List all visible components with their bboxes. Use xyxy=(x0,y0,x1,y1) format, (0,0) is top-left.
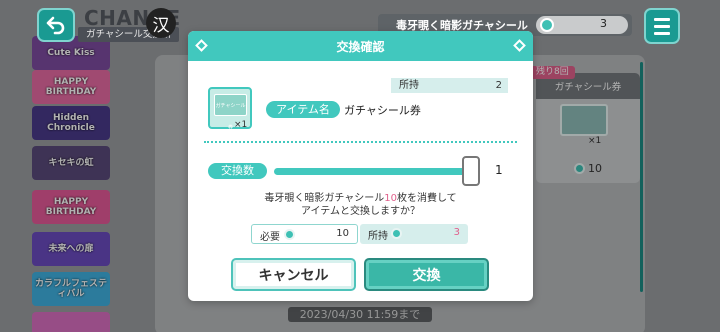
diamond-icon xyxy=(513,39,526,52)
message-part: 毒牙覗く暗影ガチャシール xyxy=(264,193,385,204)
owned-value: 2 xyxy=(495,80,502,91)
sticker-coin-icon xyxy=(284,229,295,240)
confirm-message-line1: 毒牙覗く暗影ガチャシール10枚を消費して xyxy=(188,192,533,205)
item-name: ガチャシール券 xyxy=(344,104,421,117)
menu-icon xyxy=(654,17,670,21)
qty-value: 1 xyxy=(495,163,503,177)
owned-sticker-box: 所持 3 xyxy=(360,224,468,244)
qty-label: 交換数 xyxy=(208,163,267,179)
menu-icon-line xyxy=(654,24,670,28)
owned-label: 所持 xyxy=(399,80,419,91)
exchange-button[interactable]: 交換 xyxy=(364,258,489,291)
message-number: 10 xyxy=(384,193,397,204)
qty-slider[interactable] xyxy=(274,168,474,175)
back-arrow-icon xyxy=(46,16,65,35)
owned-bar: 所持 2 xyxy=(391,78,508,93)
confirm-message: 毒牙覗く暗影ガチャシール10枚を消費して アイテムと交換しますか？ xyxy=(188,192,533,218)
exchange-confirm-dialog: 交換確認 所持 2 ガチャシール券 ×1 アイテム名 ガチャシール券 交換数 1… xyxy=(188,31,533,301)
currency-count: 3 xyxy=(600,17,607,30)
owned-sticker-value: 3 xyxy=(453,227,460,238)
cancel-button[interactable]: キャンセル xyxy=(231,258,356,291)
menu-button[interactable] xyxy=(644,8,680,44)
message-part: 枚を消費して xyxy=(396,193,457,204)
dialog-title: 交換確認 xyxy=(336,39,385,54)
qty-slider-handle[interactable] xyxy=(462,156,480,186)
menu-icon-line xyxy=(654,31,670,35)
confirm-message-line2: アイテムと交換しますか？ xyxy=(301,206,420,217)
owned-sticker-label: 所持 xyxy=(368,231,388,242)
required-label: 必要 xyxy=(260,232,280,243)
sticker-coin-icon xyxy=(540,18,554,32)
item-name-label: アイテム名 xyxy=(266,101,340,118)
divider xyxy=(204,141,517,143)
ticket-text: ガチャシール券 xyxy=(214,94,247,131)
dialog-header: 交換確認 xyxy=(188,31,533,61)
diamond-icon xyxy=(195,39,208,52)
back-button[interactable] xyxy=(37,8,75,42)
item-qty: ×1 xyxy=(234,120,248,130)
required-box: 必要 10 xyxy=(251,224,358,244)
ime-indicator-icon: 汉 xyxy=(146,8,176,38)
sticker-coin-icon xyxy=(391,228,402,239)
required-value: 10 xyxy=(336,228,349,239)
